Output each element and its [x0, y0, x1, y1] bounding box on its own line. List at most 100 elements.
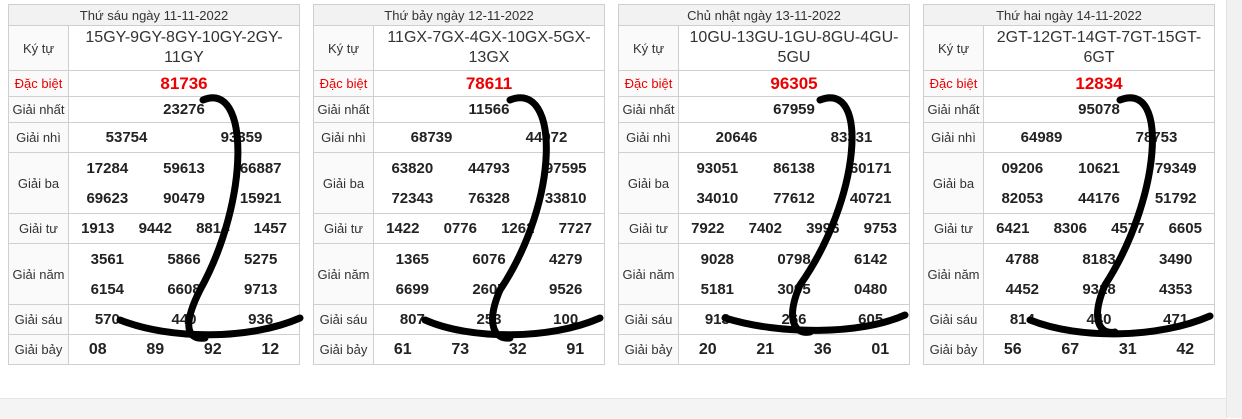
giai-bay-value: 91: [566, 340, 585, 358]
giai-tu-value: 7402: [748, 220, 782, 237]
giai-nam-value: 6699: [395, 280, 430, 298]
giai-ba-value: 79349: [1154, 159, 1197, 177]
giai-nam-value: 6076: [472, 250, 506, 268]
giai-tu-value: 9442: [138, 220, 172, 237]
row-label: Ký tự: [923, 25, 984, 71]
giai-ba-value: 44793: [468, 159, 510, 177]
giai-nam-value: 5866: [167, 250, 201, 268]
row-label: Giải nhất: [8, 96, 69, 123]
giai-nhi-value: 68739: [410, 129, 453, 146]
giai-ba-value: 60171: [849, 159, 892, 177]
row-label: Giải sáu: [8, 304, 69, 335]
giai-tu-value: 0776: [443, 220, 477, 237]
ky-tu-value: 15GY-9GY-8GY-10GY-2GY-11GY: [68, 25, 300, 71]
giai-nam-value: 4452: [1005, 280, 1040, 298]
giai-tu-value: 8814: [196, 220, 230, 237]
giai-nhi-value: 20646: [715, 129, 758, 146]
row-label: Đặc biệt: [618, 70, 679, 97]
giai-bay-value: 21: [756, 340, 775, 358]
giai-nam-value: 3561: [90, 250, 125, 268]
giai-nhi-value: 83331: [830, 129, 873, 146]
dac-biet-value: 96305: [678, 70, 910, 97]
giai-tu-value: 1457: [253, 220, 287, 237]
dac-biet-value: 12834: [983, 70, 1215, 97]
giai-nhi-value: 93359: [220, 129, 263, 146]
giai-sau-value: 936: [248, 311, 274, 328]
day-header: Thứ hai ngày 14-11-2022: [923, 4, 1215, 26]
giai-nhi-value: 44972: [525, 129, 568, 146]
giai-bay-value: 31: [1118, 340, 1137, 358]
giai-ba-value: 51792: [1154, 189, 1197, 207]
giai-ba-value: 93051: [696, 159, 739, 177]
giai-sau-value: 814: [1009, 311, 1035, 328]
giai-ba-value: 33810: [544, 189, 587, 207]
row-label: Giải bảy: [923, 334, 984, 365]
giai-sau-value: 471: [1163, 311, 1189, 328]
giai-tu-value: 9753: [863, 220, 897, 237]
giai-nhat-value: 67959: [678, 96, 910, 123]
giai-ba-value: 77612: [773, 189, 815, 207]
row-label: Giải nhì: [313, 122, 374, 153]
row-label: Giải ba: [618, 152, 679, 214]
result-table-day-1: Thứ sáu ngày 11-11-2022 Ký tự 15GY-9GY-8GY…: [8, 4, 300, 365]
ky-tu-value: 2GT-12GT-14GT-7GT-15GT-6GT: [983, 25, 1215, 71]
row-label: Giải năm: [8, 243, 69, 305]
giai-nam-value: 1365: [395, 250, 430, 268]
row-label: Giải nhất: [923, 96, 984, 123]
day-header: Thứ bảy ngày 12-11-2022: [313, 4, 605, 26]
giai-sau-value: 266: [781, 311, 807, 328]
giai-ba-value: 72343: [391, 189, 434, 207]
giai-nam-value: 9318: [1082, 280, 1116, 298]
giai-bay-value: 89: [146, 340, 165, 358]
giai-bay-value: 32: [508, 340, 527, 358]
giai-sau-value: 913: [704, 311, 730, 328]
row-label: Đặc biệt: [923, 70, 984, 97]
giai-nam-value: 3095: [777, 280, 811, 298]
giai-ba-value: 15921: [239, 189, 282, 207]
day-header: Thứ sáu ngày 11-11-2022: [8, 4, 300, 26]
giai-tu-value: 3996: [806, 220, 840, 237]
row-label: Giải bảy: [8, 334, 69, 365]
dac-biet-value: 81736: [68, 70, 300, 97]
row-label: Giải tư: [923, 213, 984, 244]
giai-nam-value: 0480: [853, 280, 888, 298]
giai-tu-value: 1913: [81, 220, 115, 237]
row-label: Ký tự: [8, 25, 69, 71]
row-label: Giải nhì: [618, 122, 679, 153]
giai-ba-value: 90479: [163, 189, 205, 207]
giai-bay-value: 01: [871, 340, 890, 358]
giai-sau-value: 440: [1086, 311, 1112, 328]
row-label: Giải năm: [313, 243, 374, 305]
giai-bay-value: 08: [88, 340, 107, 358]
row-label: Giải tư: [618, 213, 679, 244]
giai-ba-value: 82053: [1001, 189, 1044, 207]
row-label: Giải ba: [8, 152, 69, 214]
day-header: Chủ nhật ngày 13-11-2022: [618, 4, 910, 26]
row-label: Giải nhì: [923, 122, 984, 153]
scrollbar[interactable]: [1226, 0, 1242, 418]
row-label: Giải tư: [313, 213, 374, 244]
giai-bay-value: 61: [393, 340, 412, 358]
giai-nam-value: 4279: [548, 250, 583, 268]
giai-nam-value: 4788: [1005, 250, 1040, 268]
page-bottom-area: [0, 398, 1226, 419]
giai-ba-value: 10621: [1078, 159, 1120, 177]
giai-nhi-value: 78753: [1135, 129, 1178, 146]
row-label: Ký tự: [618, 25, 679, 71]
result-table-day-2: Thứ bảy ngày 12-11-2022 Ký tự 11GX-7GX-4GX…: [313, 4, 605, 365]
row-label: Đặc biệt: [313, 70, 374, 97]
giai-ba-value: 17284: [86, 159, 129, 177]
giai-ba-value: 97595: [544, 159, 587, 177]
giai-ba-value: 63820: [391, 159, 434, 177]
giai-nhat-value: 11566: [373, 96, 605, 123]
row-label: Giải sáu: [313, 304, 374, 335]
giai-tu-value: 8306: [1053, 220, 1087, 237]
giai-nhat-value: 23276: [68, 96, 300, 123]
giai-sau-value: 100: [553, 311, 579, 328]
giai-ba-value: 40721: [849, 189, 892, 207]
giai-ba-value: 59613: [163, 159, 205, 177]
giai-sau-value: 253: [476, 311, 502, 328]
giai-tu-value: 4577: [1111, 220, 1145, 237]
row-label: Giải nhì: [8, 122, 69, 153]
giai-bay-value: 42: [1176, 340, 1195, 358]
